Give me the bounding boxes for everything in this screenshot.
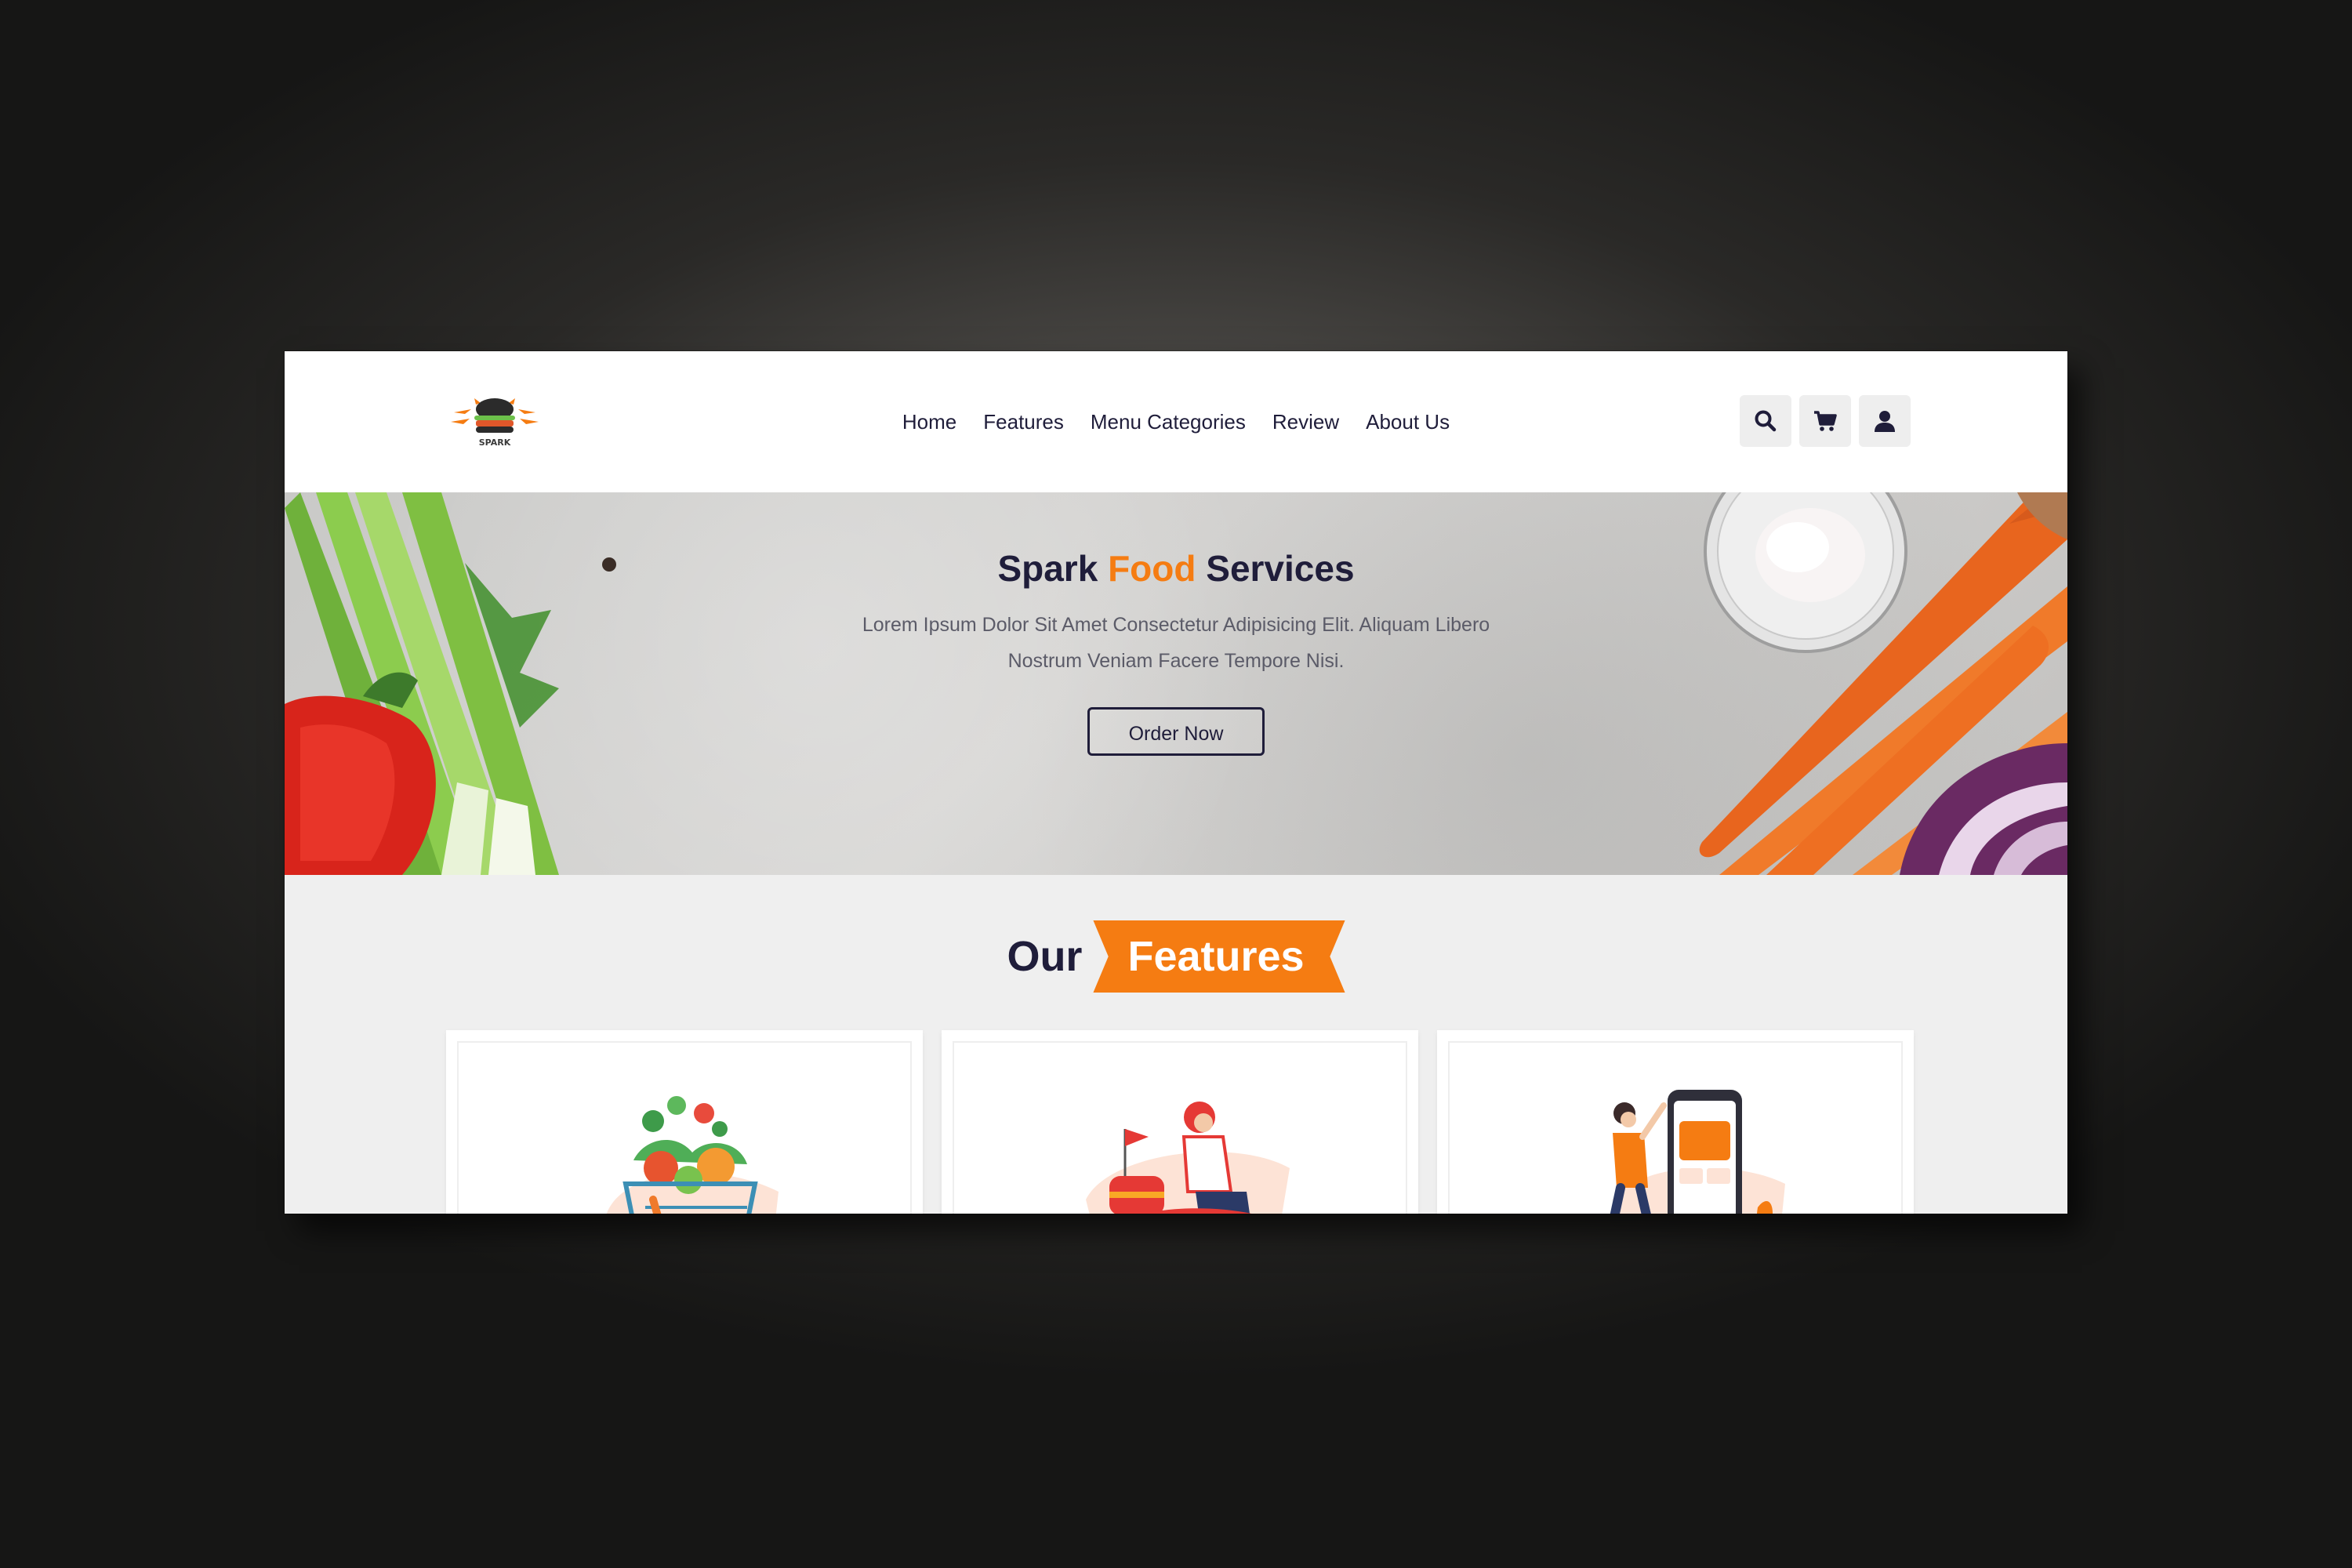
hero-title: Spark Food Services bbox=[285, 547, 2067, 590]
feature-card[interactable] bbox=[942, 1030, 1418, 1214]
hero-title-part1: Spark bbox=[997, 548, 1109, 589]
hero-content: Spark Food Services Lorem Ipsum Dolor Si… bbox=[285, 547, 2067, 756]
delivery-scooter-illustration-icon bbox=[1086, 1102, 1290, 1214]
order-now-button[interactable]: Order Now bbox=[1087, 707, 1265, 756]
cart-button[interactable] bbox=[1799, 395, 1851, 447]
cart-icon bbox=[1814, 411, 1837, 431]
feature-card-inner bbox=[457, 1041, 912, 1214]
features-heading-ribbon: Features bbox=[1093, 920, 1345, 993]
features-heading: Our Features bbox=[285, 920, 2067, 993]
website-mockup-frame: SPARK Home Features Menu Categories Revi… bbox=[285, 351, 2067, 1214]
site-header: SPARK Home Features Menu Categories Revi… bbox=[285, 351, 2067, 492]
feature-card[interactable] bbox=[446, 1030, 923, 1214]
feature-card[interactable] bbox=[1437, 1030, 1914, 1214]
hero-subtitle: Lorem Ipsum Dolor Sit Amet Consectetur A… bbox=[862, 614, 1490, 672]
hero-title-part2: Services bbox=[1196, 548, 1355, 589]
nav-link-home[interactable]: Home bbox=[902, 410, 956, 434]
user-button[interactable] bbox=[1859, 395, 1911, 447]
search-button[interactable] bbox=[1740, 395, 1791, 447]
nav-link-about-us[interactable]: About Us bbox=[1366, 410, 1450, 434]
nav-link-review[interactable]: Review bbox=[1272, 410, 1339, 434]
nav-link-features[interactable]: Features bbox=[983, 410, 1064, 434]
feature-card-inner bbox=[1448, 1041, 1903, 1214]
header-actions bbox=[1740, 395, 1911, 447]
feature-card-inner bbox=[953, 1041, 1407, 1214]
vegetable-basket-illustration-icon bbox=[606, 1096, 779, 1214]
feature-cards bbox=[446, 1030, 1914, 1214]
user-icon bbox=[1875, 411, 1895, 432]
search-icon bbox=[1755, 410, 1777, 432]
features-heading-our: Our bbox=[1007, 933, 1083, 980]
nav-link-menu-categories[interactable]: Menu Categories bbox=[1091, 410, 1246, 434]
features-section: Our Features bbox=[285, 875, 2067, 1214]
mobile-payment-illustration-icon bbox=[1610, 1090, 1785, 1214]
hero-title-accent: Food bbox=[1108, 548, 1196, 589]
hero-section: Spark Food Services Lorem Ipsum Dolor Si… bbox=[285, 492, 2067, 875]
